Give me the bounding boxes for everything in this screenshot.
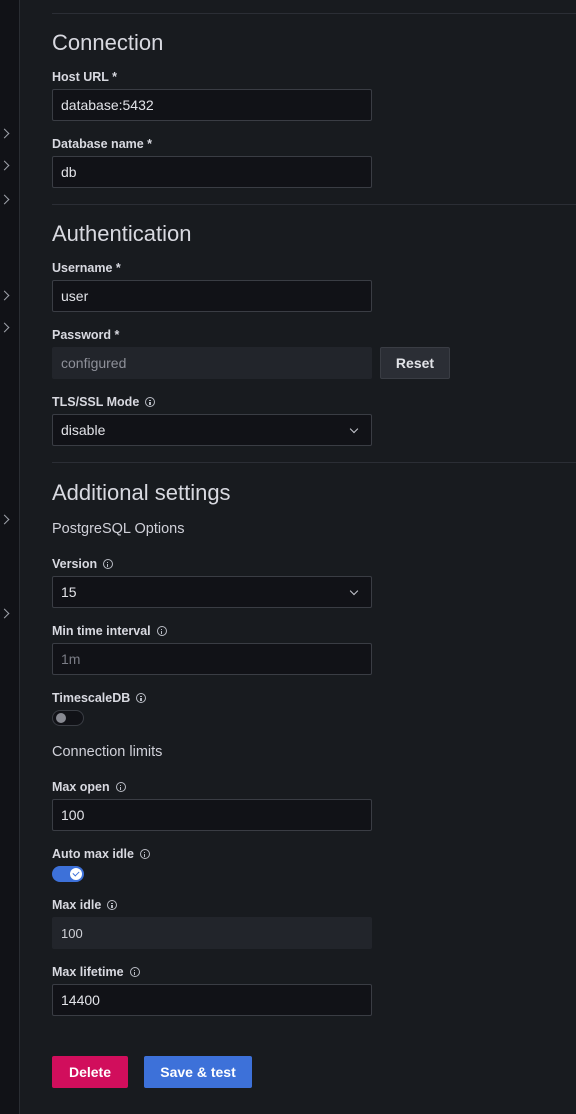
- tls-ssl-mode-label-text: TLS/SSL Mode: [52, 395, 140, 409]
- info-circle-icon[interactable]: [139, 849, 150, 859]
- password-input: configured: [52, 347, 372, 379]
- info-circle-icon[interactable]: [103, 559, 114, 569]
- max-open-input[interactable]: 100: [52, 799, 372, 831]
- max-lifetime-label-text: Max lifetime: [52, 965, 124, 979]
- username-label: Username *: [52, 261, 121, 275]
- username-input[interactable]: user: [52, 280, 372, 312]
- postgresql-options-heading: PostgreSQL Options: [52, 521, 185, 537]
- chevron-down-icon: [349, 586, 359, 596]
- tls-ssl-mode-value: disable: [61, 422, 106, 438]
- info-circle-icon[interactable]: [136, 693, 147, 703]
- info-circle-icon[interactable]: [156, 626, 167, 636]
- connection-section-title: Connection: [52, 30, 164, 55]
- chevron-right-icon[interactable]: [0, 322, 10, 333]
- info-circle-icon[interactable]: [129, 967, 140, 977]
- section-divider: [52, 204, 576, 205]
- save-and-test-button[interactable]: Save & test: [144, 1056, 252, 1088]
- nav-sidebar: [0, 0, 20, 1114]
- reset-password-button[interactable]: Reset: [380, 347, 450, 379]
- timescaledb-label-text: TimescaleDB: [52, 691, 131, 705]
- toggle-knob: [56, 713, 66, 723]
- min-time-interval-label: Min time interval: [52, 624, 167, 638]
- check-icon: [70, 868, 82, 880]
- max-idle-label: Max idle: [52, 898, 118, 912]
- version-label: Version: [52, 557, 114, 571]
- connection-limits-heading: Connection limits: [52, 744, 163, 760]
- max-idle-input: 100: [52, 917, 372, 949]
- auto-max-idle-label-text: Auto max idle: [52, 847, 134, 861]
- host-url-label: Host URL *: [52, 70, 117, 84]
- host-url-label-text: Host URL *: [52, 70, 118, 84]
- tls-ssl-mode-label: TLS/SSL Mode: [52, 395, 156, 409]
- auto-max-idle-label: Auto max idle: [52, 847, 150, 861]
- max-open-label: Max open: [52, 780, 126, 794]
- version-select[interactable]: 15: [52, 576, 372, 608]
- chevron-right-icon[interactable]: [0, 514, 10, 525]
- database-name-label-text: Database name *: [52, 137, 153, 151]
- section-divider: [52, 13, 576, 14]
- tls-ssl-mode-select[interactable]: disable: [52, 414, 372, 446]
- database-name-label: Database name *: [52, 137, 152, 151]
- min-time-interval-input[interactable]: 1m: [52, 643, 372, 675]
- max-lifetime-input[interactable]: 14400: [52, 984, 372, 1016]
- chevron-right-icon[interactable]: [0, 608, 10, 619]
- min-time-interval-label-text: Min time interval: [52, 624, 151, 638]
- host-url-input[interactable]: database:5432: [52, 89, 372, 121]
- info-circle-icon[interactable]: [107, 900, 118, 910]
- timescaledb-toggle[interactable]: [52, 710, 84, 726]
- chevron-right-icon[interactable]: [0, 290, 10, 301]
- password-label: Password *: [52, 328, 119, 342]
- auto-max-idle-toggle[interactable]: [52, 866, 84, 882]
- version-label-text: Version: [52, 557, 98, 571]
- datasource-settings-form: Connection Host URL * database:5432 Data…: [20, 0, 576, 1114]
- authentication-section-title: Authentication: [52, 221, 192, 246]
- version-value: 15: [61, 584, 77, 600]
- timescaledb-label: TimescaleDB: [52, 691, 147, 705]
- database-name-input[interactable]: db: [52, 156, 372, 188]
- chevron-down-icon: [349, 424, 359, 434]
- section-divider: [52, 462, 576, 463]
- delete-button[interactable]: Delete: [52, 1056, 128, 1088]
- info-circle-icon[interactable]: [115, 782, 126, 792]
- max-open-label-text: Max open: [52, 780, 110, 794]
- max-idle-label-text: Max idle: [52, 898, 102, 912]
- additional-settings-title: Additional settings: [52, 480, 231, 505]
- chevron-right-icon[interactable]: [0, 160, 10, 171]
- max-lifetime-label: Max lifetime: [52, 965, 140, 979]
- password-label-text: Password *: [52, 328, 120, 342]
- info-circle-icon[interactable]: [145, 397, 156, 407]
- chevron-right-icon[interactable]: [0, 128, 10, 139]
- chevron-right-icon[interactable]: [0, 194, 10, 205]
- username-label-text: Username *: [52, 261, 121, 275]
